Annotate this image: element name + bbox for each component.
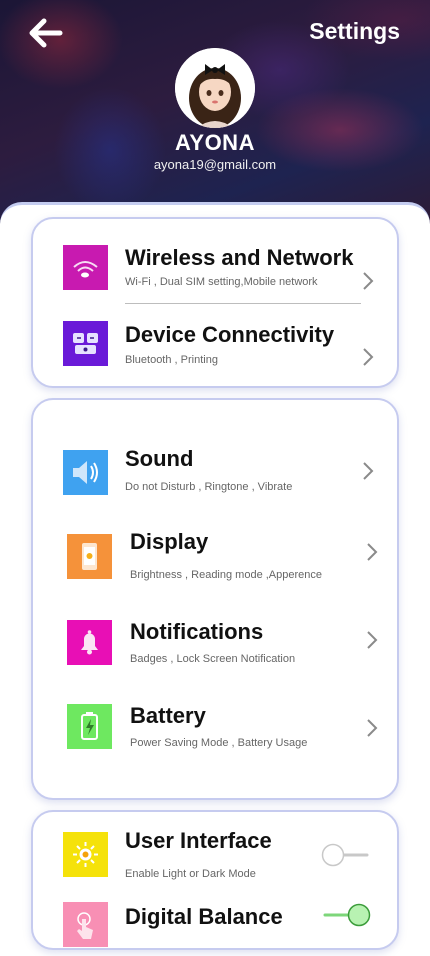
wireless-network-title: Wireless and Network <box>125 245 354 270</box>
page-title: Settings <box>309 18 400 44</box>
user-interface-subtitle: Enable Light or Dark Mode <box>125 868 256 880</box>
preferences-card: User Interface Enable Light or Dark Mode… <box>31 810 399 950</box>
user-email: ayona19@gmail.com <box>153 157 277 172</box>
chevron-right-icon <box>363 348 374 366</box>
bell-icon <box>67 620 112 665</box>
chevron-right-icon <box>367 719 378 737</box>
speaker-icon <box>63 450 108 495</box>
user-name: AYONA <box>175 130 255 155</box>
display-subtitle: Brightness , Reading mode ,Apperence <box>130 569 323 581</box>
device-connectivity-row[interactable]: Device Connectivity Bluetooth , Printing <box>33 313 397 383</box>
display-title: Display <box>130 529 209 554</box>
display-row[interactable]: Display Brightness , Reading mode ,Apper… <box>33 526 397 596</box>
digital-balance-row[interactable]: Digital Balance <box>33 896 397 956</box>
notifications-row[interactable]: Notifications Badges , Lock Screen Notif… <box>33 616 397 686</box>
wifi-icon <box>63 245 108 290</box>
wireless-network-subtitle: Wi-Fi , Dual SIM setting,Mobile network <box>125 276 318 288</box>
notifications-title: Notifications <box>130 619 264 644</box>
device-connect-icon <box>63 321 108 366</box>
battery-icon <box>67 704 112 749</box>
chevron-right-icon <box>367 543 378 561</box>
battery-subtitle: Power Saving Mode , Battery Usage <box>130 737 308 749</box>
sound-row[interactable]: Sound Do not Disturb , Ringtone , Vibrat… <box>33 440 397 510</box>
arrow-left-icon <box>29 18 63 48</box>
chevron-right-icon <box>363 272 374 290</box>
chevron-right-icon <box>363 462 374 480</box>
sound-title: Sound <box>125 446 194 471</box>
battery-row[interactable]: Battery Power Saving Mode , Battery Usag… <box>33 700 397 770</box>
user-interface-title: User Interface <box>125 828 272 853</box>
phone-display-icon <box>67 534 112 579</box>
digital-balance-title: Digital Balance <box>125 904 283 929</box>
avatar[interactable] <box>175 48 255 128</box>
device-connectivity-title: Device Connectivity <box>125 322 335 347</box>
back-button[interactable] <box>26 16 66 50</box>
dark-mode-toggle[interactable] <box>321 842 371 868</box>
digital-balance-toggle[interactable] <box>321 902 371 928</box>
touch-icon <box>63 902 108 947</box>
sound-subtitle: Do not Disturb , Ringtone , Vibrate <box>125 481 293 493</box>
divider <box>125 303 361 304</box>
chevron-right-icon <box>367 631 378 649</box>
wireless-network-row[interactable]: Wireless and Network Wi-Fi , Dual SIM se… <box>33 237 397 307</box>
device-settings-card: Sound Do not Disturb , Ringtone , Vibrat… <box>31 398 399 800</box>
avatar-portrait-icon <box>175 48 255 128</box>
battery-title: Battery <box>130 703 206 728</box>
device-connectivity-subtitle: Bluetooth , Printing <box>125 354 218 366</box>
sun-icon <box>63 832 108 877</box>
notifications-subtitle: Badges , Lock Screen Notification <box>130 653 296 665</box>
connectivity-card: Wireless and Network Wi-Fi , Dual SIM se… <box>31 217 399 388</box>
user-interface-row[interactable]: User Interface Enable Light or Dark Mode <box>33 822 397 892</box>
